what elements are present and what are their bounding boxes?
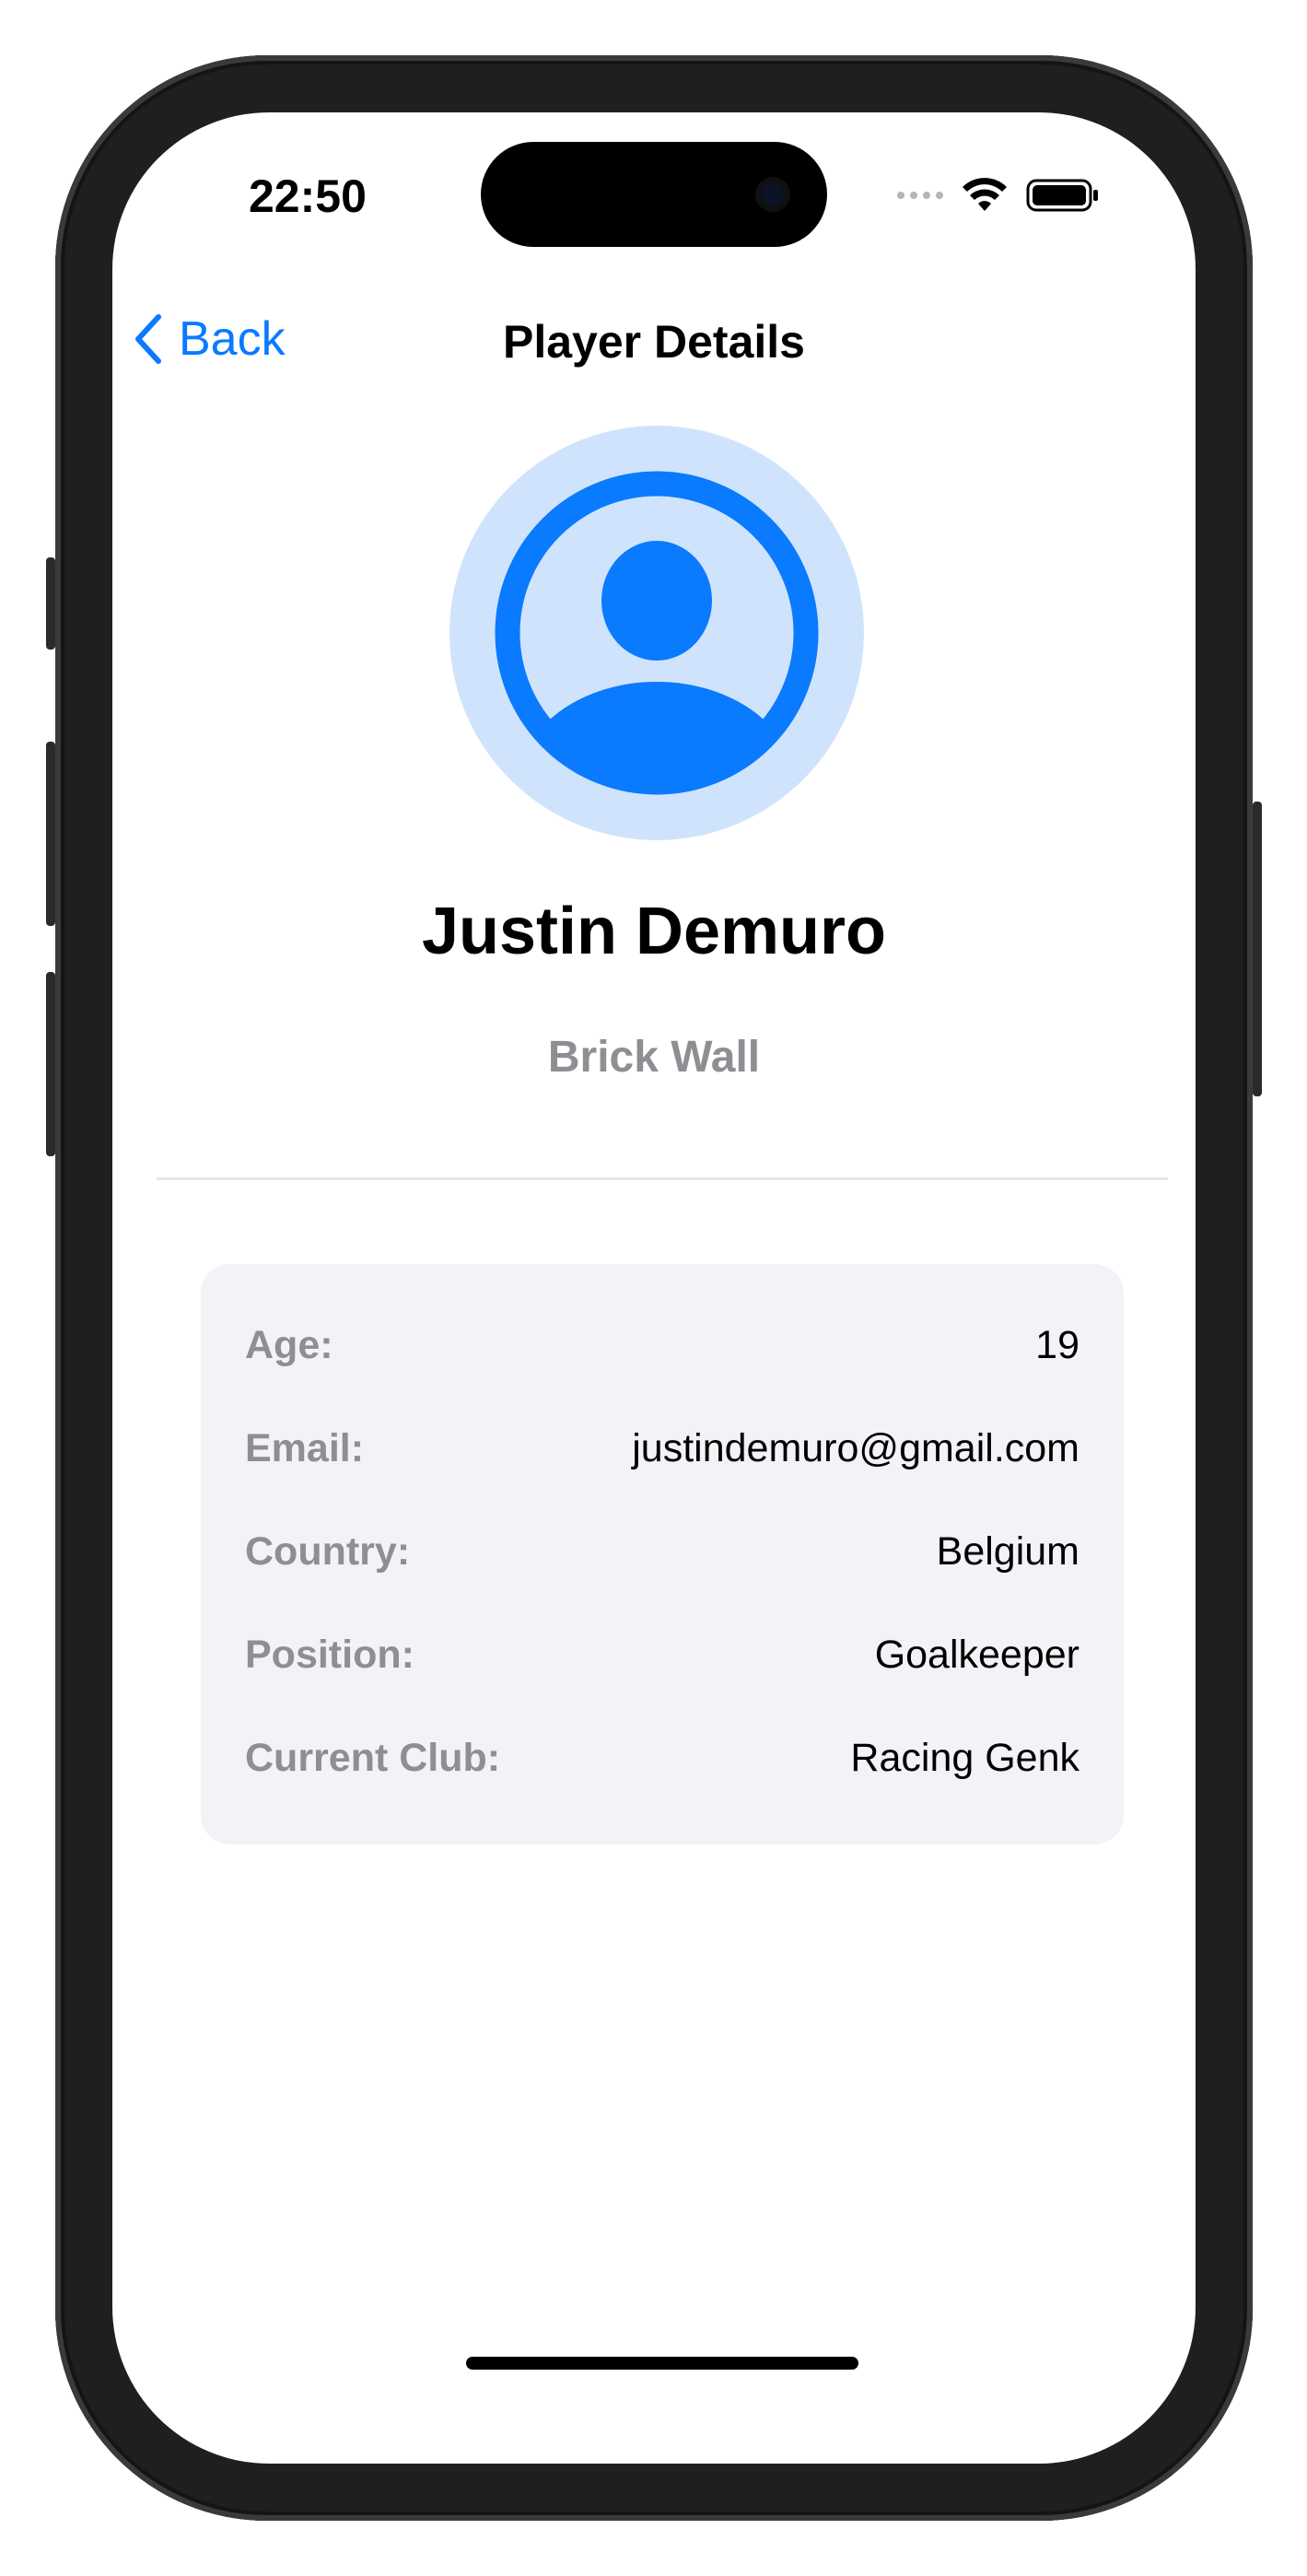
player-nickname: Brick Wall [547,1033,761,1082]
person-circle-icon [449,426,864,840]
info-label: Country: [245,1528,411,1574]
signal-dots-icon [897,192,943,199]
info-label: Position: [245,1632,414,1677]
phone-screen: 22:50 Back Player Details Justin Demuro … [112,112,1196,2464]
info-row-email: Email: justindemuro@gmail.com [245,1421,1079,1476]
home-indicator[interactable] [466,2357,858,2370]
navigation-bar: Back Player Details [112,287,1196,389]
info-row-position: Position: Goalkeeper [245,1627,1079,1682]
info-label: Current Club: [245,1735,501,1780]
volume-down-button [46,972,55,1156]
action-button [46,557,55,650]
dynamic-island [481,142,827,247]
info-value: 19 [1035,1322,1079,1367]
info-value: justindemuro@gmail.com [632,1425,1079,1470]
player-name: Justin Demuro [421,895,887,968]
camera-icon [755,177,790,212]
volume-up-button [46,742,55,926]
page-title: Player Details [503,316,805,368]
info-row-current-club: Current Club: Racing Genk [245,1730,1079,1786]
avatar [449,426,864,840]
info-value: Racing Genk [850,1735,1079,1780]
power-button [1253,802,1262,1096]
info-row-country: Country: Belgium [245,1524,1079,1579]
info-row-age: Age: 19 [245,1317,1079,1373]
player-info-card: Age: 19 Email: justindemuro@gmail.com Co… [201,1264,1124,1844]
info-label: Email: [245,1425,365,1470]
info-label: Age: [245,1322,333,1367]
divider [157,1177,1168,1180]
battery-icon [1026,179,1098,212]
status-icons [897,177,1100,214]
info-value: Belgium [936,1528,1079,1574]
wifi-icon [963,178,1007,211]
info-value: Goalkeeper [874,1632,1079,1677]
status-time: 22:50 [249,170,367,222]
